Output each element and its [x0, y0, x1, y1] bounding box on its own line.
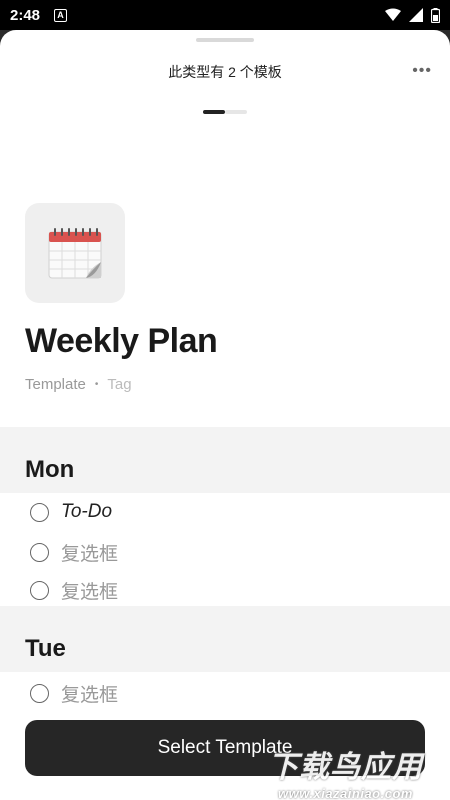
watermark: 下载鸟应用 www.xiazainiao.com: [268, 742, 423, 800]
checklist-item-label: To-Do: [61, 501, 113, 522]
checkbox-circle[interactable]: [30, 543, 49, 562]
meta-separator: •: [94, 379, 99, 390]
checklist-item[interactable]: 复选框: [30, 539, 118, 566]
more-icon[interactable]: •••: [412, 62, 432, 80]
battery-icon: [431, 7, 440, 23]
template-pager[interactable]: [203, 110, 247, 114]
checklist-item[interactable]: 复选框: [30, 680, 118, 707]
notification-icon: A: [54, 8, 68, 22]
day-section-band: [0, 606, 450, 672]
template-icon-tile: [25, 203, 125, 303]
pager-indicator-active[interactable]: [203, 110, 225, 114]
status-time: 2:48: [10, 6, 41, 24]
checklist-item[interactable]: 复选框: [30, 577, 118, 604]
day-heading: Mon: [25, 456, 75, 483]
checkbox-circle[interactable]: [30, 581, 49, 600]
calendar-icon: [48, 228, 102, 279]
status-icons: [385, 7, 440, 23]
watermark-text: 下载鸟应用: [268, 751, 423, 784]
template-meta: Template • Tag: [25, 376, 132, 393]
checklist-item-label: 复选框: [61, 582, 119, 603]
template-type-label: Template: [25, 376, 86, 393]
template-sheet: 此类型有 2 个模板 ••• Weekly Plan Template • Ta…: [0, 30, 450, 800]
wifi-icon: [385, 8, 401, 21]
status-bar: 2:48 A: [0, 0, 450, 30]
pager-indicator[interactable]: [225, 110, 247, 114]
sheet-header-title: 此类型有 2 个模板: [168, 64, 282, 80]
day-heading: Tue: [25, 635, 66, 662]
checkbox-circle[interactable]: [30, 684, 49, 703]
checklist-item[interactable]: To-Do: [30, 501, 112, 523]
sheet-grab-handle[interactable]: [196, 38, 254, 42]
checkbox-circle[interactable]: [30, 502, 49, 522]
signal-icon: [409, 8, 423, 22]
checklist-item-label: 复选框: [61, 544, 119, 565]
template-title: Weekly Plan: [25, 322, 218, 360]
checklist-item-label: 复选框: [61, 685, 119, 706]
template-tag-label[interactable]: Tag: [107, 376, 131, 393]
watermark-url: www.xiazainiao.com: [278, 786, 413, 800]
